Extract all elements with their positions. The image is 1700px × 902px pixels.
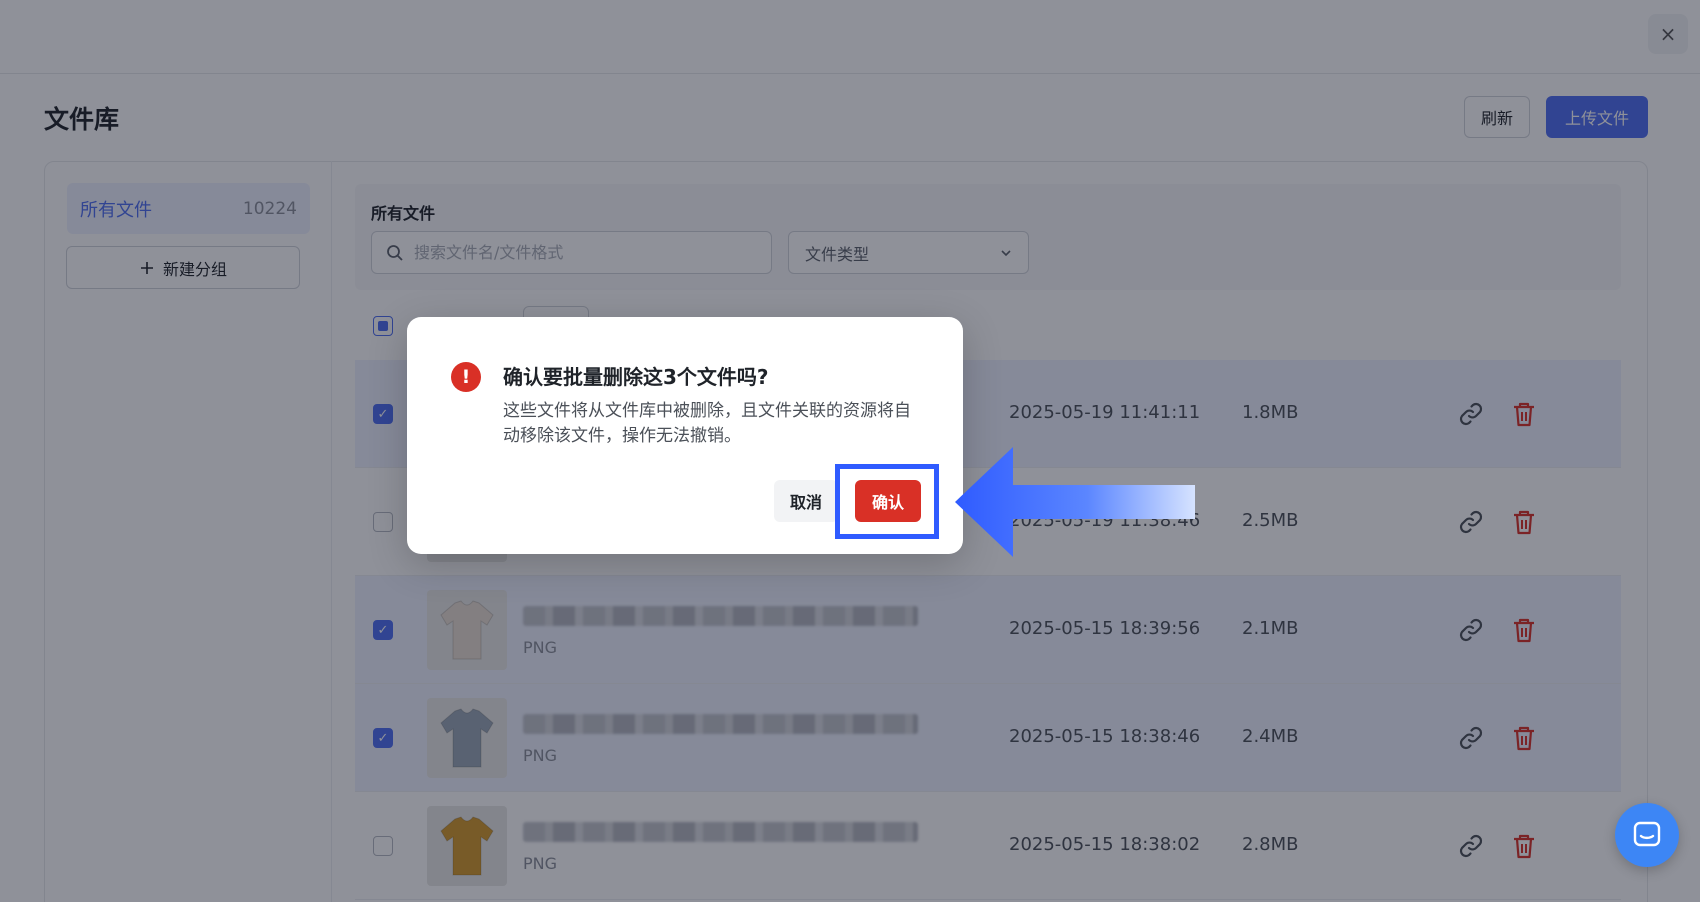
arrow-pointer — [955, 447, 1195, 557]
chat-icon — [1633, 821, 1661, 847]
dialog-title: 确认要批量删除这3个文件吗? — [503, 365, 769, 389]
confirm-highlight-box — [835, 464, 939, 539]
chat-support-button[interactable] — [1615, 803, 1679, 867]
alert-icon: ! — [451, 362, 481, 392]
dialog-message: 这些文件将从文件库中被删除，且文件关联的资源将自动移除该文件，操作无法撤销。 — [503, 401, 911, 446]
cancel-button[interactable]: 取消 — [774, 480, 838, 522]
